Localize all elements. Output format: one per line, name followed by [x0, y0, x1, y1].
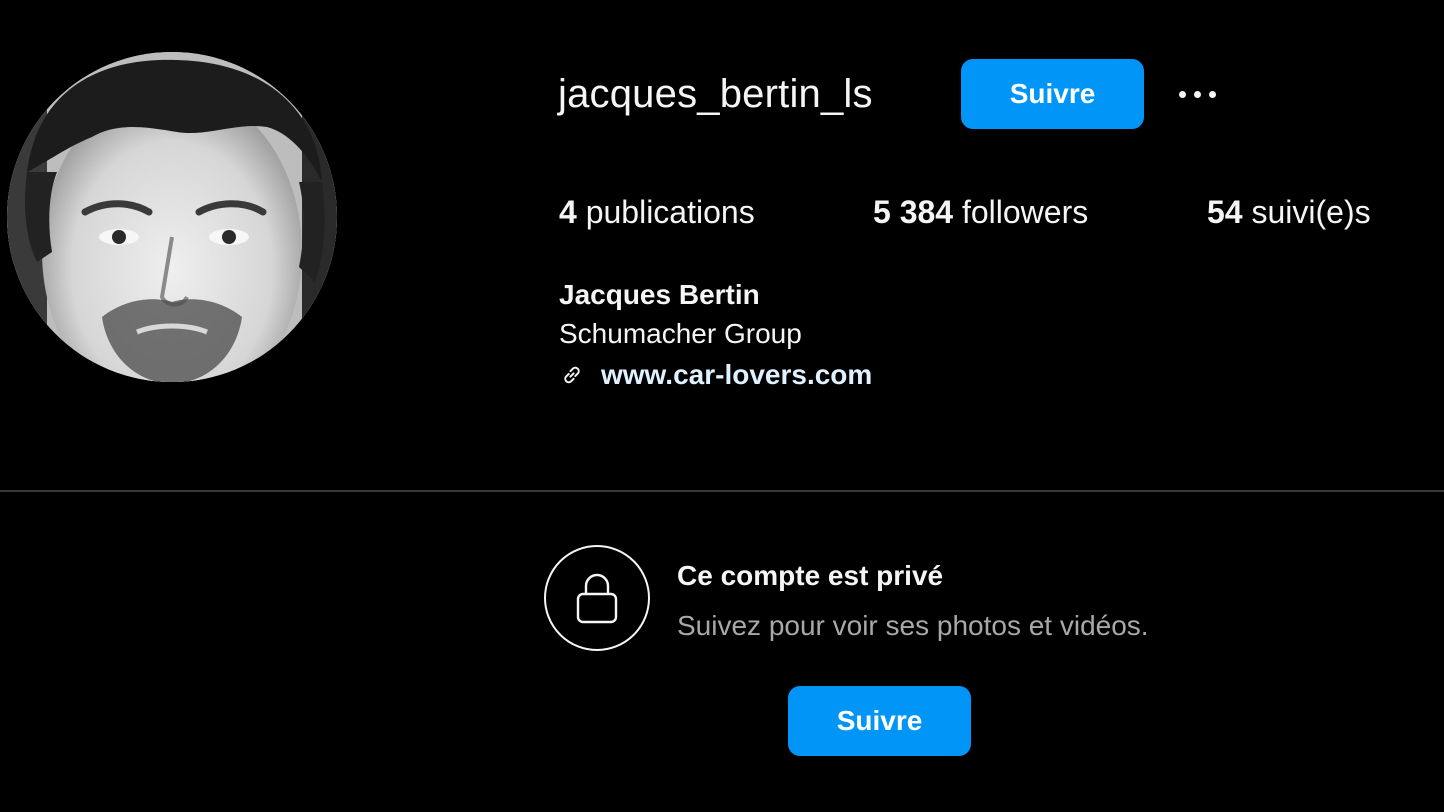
- more-options-icon[interactable]: [1168, 76, 1226, 112]
- profile-full-name: Jacques Bertin: [559, 279, 760, 310]
- stat-publications: 4 publications: [559, 190, 755, 234]
- profile-username: jacques_bertin_ls: [558, 72, 873, 116]
- more-dot: [1193, 90, 1201, 98]
- stat-followers[interactable]: 5 384 followers: [873, 190, 1088, 234]
- publications-count: 4: [559, 194, 577, 230]
- website-link[interactable]: www.car-lovers.com: [601, 359, 872, 391]
- publications-label: publications: [585, 194, 755, 230]
- following-count: 54: [1207, 194, 1243, 230]
- link-icon: [564, 366, 580, 384]
- profile-website[interactable]: www.car-lovers.com: [559, 356, 872, 394]
- lock-icon-circle: [544, 545, 650, 651]
- stat-following[interactable]: 54 suivi(e)s: [1207, 190, 1371, 234]
- following-label: suivi(e)s: [1251, 194, 1371, 230]
- private-account-title: Ce compte est privé: [677, 560, 944, 591]
- profile-photo-icon: [7, 52, 337, 382]
- follow-button-private[interactable]: Suivre: [788, 686, 971, 756]
- more-dot: [1208, 90, 1216, 98]
- follow-button[interactable]: Suivre: [961, 59, 1144, 129]
- section-divider: [0, 490, 1444, 492]
- private-account-subtitle: Suivez pour voir ses photos et vidéos.: [677, 610, 1149, 641]
- lock-icon: [576, 573, 618, 624]
- more-dot: [1178, 90, 1186, 98]
- profile-company: Schumacher Group: [559, 318, 802, 349]
- profile-avatar[interactable]: [7, 52, 337, 382]
- profile-page: jacques_bertin_ls Suivre 4 publications …: [0, 0, 1444, 812]
- followers-count: 5 384: [873, 194, 954, 230]
- followers-label: followers: [961, 194, 1089, 230]
